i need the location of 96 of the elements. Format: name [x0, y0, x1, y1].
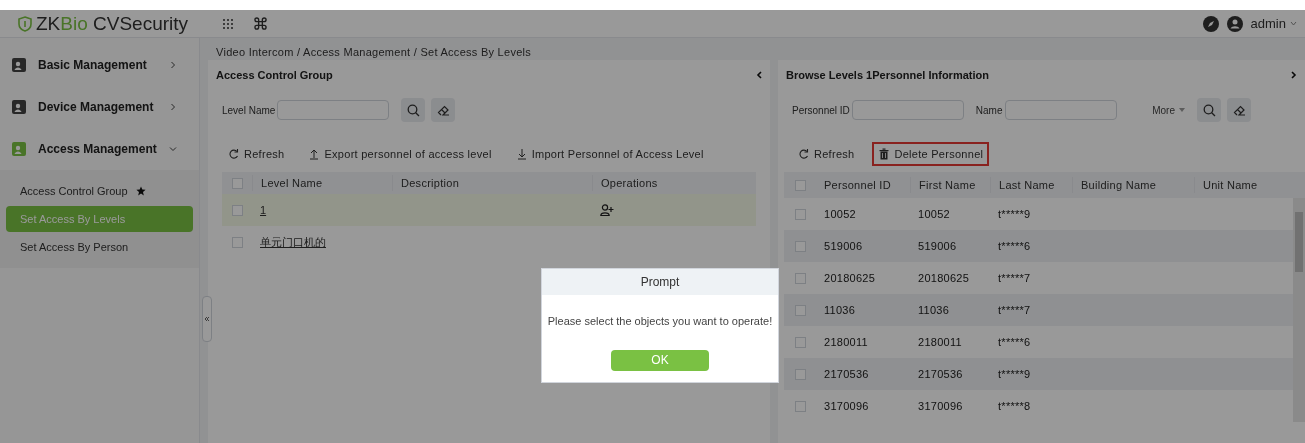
- checkbox[interactable]: [794, 336, 806, 348]
- shield-icon: [18, 15, 32, 32]
- toolbar-button[interactable]: Export personnel of access level: [302, 142, 498, 166]
- compass-icon[interactable]: [1202, 15, 1219, 32]
- column-header[interactable]: Building Name: [1072, 176, 1194, 194]
- toolbar-button[interactable]: Refresh: [792, 142, 861, 166]
- table-cell-text: t*****9: [997, 366, 1032, 382]
- refresh-icon: [228, 148, 240, 160]
- column-header[interactable]: First Name: [910, 176, 990, 194]
- eraser-icon: [1232, 103, 1246, 117]
- table-cell-text: 2170536: [917, 366, 964, 382]
- table-cell-text: 519006: [917, 238, 958, 254]
- user-card-icon: [12, 58, 26, 72]
- collapse-left-icon[interactable]: [756, 71, 762, 79]
- user-menu[interactable]: admin: [1250, 13, 1297, 34]
- sidebar-item[interactable]: Set Access By Person: [6, 234, 193, 260]
- caret-icon[interactable]: [1290, 21, 1297, 26]
- user-card-icon: [12, 100, 26, 114]
- checkbox[interactable]: [794, 368, 806, 380]
- table-cell-text: 519006: [823, 238, 864, 254]
- text-field[interactable]: [1004, 100, 1117, 120]
- table-cell-text: 20180625: [917, 270, 971, 286]
- download-icon: [515, 148, 528, 160]
- level-link[interactable]: 1: [260, 203, 267, 216]
- search-icon: [406, 103, 420, 117]
- column-header[interactable]: Unit Name: [1194, 176, 1305, 194]
- refresh-icon: [798, 148, 810, 160]
- table-cell-text: 10052: [917, 206, 951, 222]
- eraser-icon: [436, 103, 450, 117]
- checkbox[interactable]: [794, 272, 806, 284]
- sidebar-menu[interactable]: Basic Management: [0, 44, 199, 86]
- table-cell-text: 3170096: [917, 398, 964, 414]
- level-link[interactable]: 单元门口机的: [260, 235, 326, 248]
- column-header[interactable]: Level Name: [252, 174, 392, 192]
- grid-icon[interactable]: [222, 17, 234, 30]
- table-cell-text: 2180011: [917, 334, 963, 350]
- sidebar-item[interactable]: Access Control Group: [6, 178, 193, 204]
- star-icon[interactable]: [135, 186, 146, 196]
- panel-title: Access Control Group: [216, 67, 334, 83]
- table-cell-text: 11036: [917, 302, 951, 318]
- checkbox[interactable]: [231, 236, 243, 248]
- text-field[interactable]: [277, 100, 390, 120]
- caret-icon: [1179, 108, 1185, 112]
- search-button[interactable]: [1197, 98, 1221, 122]
- checkbox[interactable]: [794, 400, 806, 412]
- column-header[interactable]: Personnel ID: [816, 176, 910, 194]
- add-person-icon[interactable]: [600, 204, 614, 216]
- table-cell-text: t*****6: [997, 334, 1032, 350]
- column-header[interactable]: Description: [392, 174, 592, 192]
- search-icon: [1202, 103, 1216, 117]
- sidebar-menu[interactable]: Access Management: [0, 128, 199, 170]
- dialog-message: Please select the objects you want to operate!: [547, 314, 773, 329]
- checkbox[interactable]: [794, 208, 806, 220]
- table-cell-text: 2180011: [823, 334, 869, 350]
- table-cell-text: 20180625: [823, 270, 877, 286]
- checkbox[interactable]: [794, 304, 806, 316]
- upload-icon: [308, 148, 321, 160]
- toolbar-button[interactable]: Import Personnel of Access Level: [509, 142, 710, 166]
- command-icon[interactable]: [254, 17, 267, 30]
- user-icon[interactable]: [1226, 15, 1243, 32]
- table-cell-text: t*****8: [997, 398, 1032, 414]
- text-field[interactable]: [851, 100, 964, 120]
- scrollbar[interactable]: [1293, 198, 1305, 422]
- search-button[interactable]: [401, 98, 426, 122]
- panel-title: Browse Levels 1Personnel Information: [786, 67, 990, 83]
- logo: ZKBio CVSecurity: [36, 14, 189, 33]
- column-header[interactable]: Last Name: [990, 176, 1072, 194]
- table-cell-text: t*****9: [997, 206, 1032, 222]
- field-label: Level Name: [222, 103, 276, 118]
- field-label: Name: [975, 103, 1003, 118]
- checkbox[interactable]: [794, 179, 806, 191]
- table-cell-text: 11036: [823, 302, 857, 318]
- table-cell-text: 3170096: [823, 398, 870, 414]
- collapse-right-icon[interactable]: [1291, 71, 1297, 79]
- column-header[interactable]: Operations: [592, 174, 756, 192]
- user-card-icon: [12, 142, 26, 156]
- collapse-handle[interactable]: [202, 296, 212, 342]
- table-cell-text: t*****7: [997, 270, 1032, 286]
- dialog-title: Prompt: [542, 269, 778, 295]
- checkbox[interactable]: [794, 240, 806, 252]
- clear-button[interactable]: [1227, 98, 1251, 122]
- table-cell-text: t*****7: [997, 302, 1032, 318]
- table-cell-text: t*****6: [997, 238, 1032, 254]
- toolbar-button[interactable]: Delete Personnel: [872, 142, 990, 166]
- checkbox[interactable]: [231, 204, 243, 216]
- table-row[interactable]: 1: [222, 194, 756, 226]
- table-cell-text: 2170536: [823, 366, 870, 382]
- more-dropdown[interactable]: More: [1152, 102, 1185, 118]
- sidebar-menu[interactable]: Device Management: [0, 86, 199, 128]
- table-cell-text: 10052: [823, 206, 857, 222]
- toolbar-button[interactable]: Refresh: [222, 142, 291, 166]
- trash-icon: [878, 148, 891, 160]
- checkbox[interactable]: [231, 177, 243, 189]
- clear-button[interactable]: [431, 98, 456, 122]
- field-label: Personnel ID: [792, 103, 850, 118]
- breadcrumb: Video Intercom / Access Management / Set Access By Levels: [215, 45, 533, 60]
